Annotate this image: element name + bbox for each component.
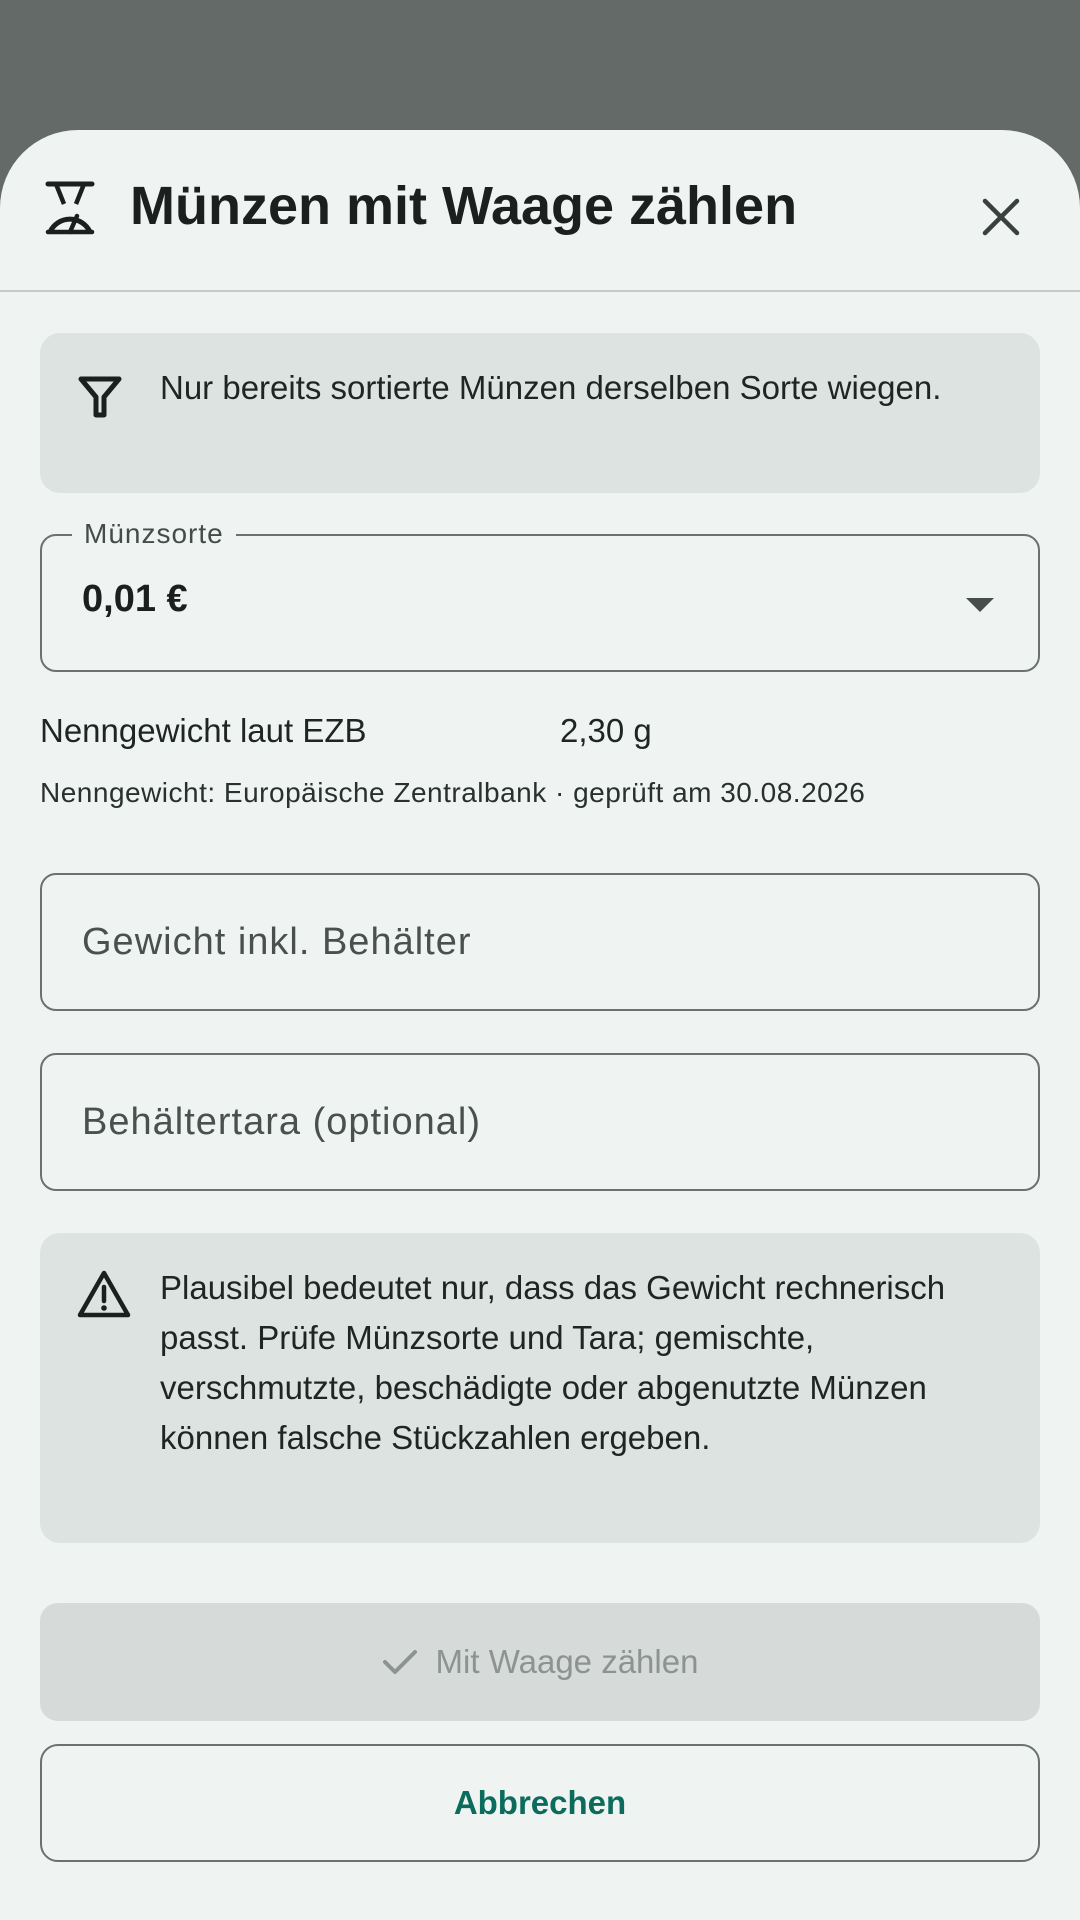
sorting-hint-card: Nur bereits sortierte Münzen derselben S…	[40, 333, 1040, 493]
count-with-scale-label: Mit Waage zählen	[435, 1643, 699, 1680]
nominal-weight-value: 2,30 g	[560, 712, 652, 749]
filter-icon	[76, 373, 124, 426]
bottom-sheet-dialog: Münzen mit Waage zählen Nur bereits sort…	[0, 130, 1080, 1920]
gross-weight-input[interactable]	[40, 873, 1040, 1011]
nominal-weight-source: Nenngewicht: Europäische Zentralbank · g…	[40, 777, 866, 808]
count-with-scale-button[interactable]: Mit Waage zählen	[40, 1603, 1040, 1721]
close-button[interactable]	[966, 182, 1036, 252]
scale-icon	[44, 180, 96, 236]
warning-icon	[76, 1269, 132, 1324]
cancel-button[interactable]: Abbrechen	[40, 1744, 1040, 1862]
dropdown-arrow-icon	[966, 598, 994, 612]
close-icon	[982, 198, 1020, 236]
dialog-title: Münzen mit Waage zählen	[130, 176, 798, 236]
coin-type-label: Münzsorte	[72, 514, 236, 554]
dialog-header: Münzen mit Waage zählen	[0, 130, 1080, 290]
plausibility-warning-text: Plausibel bedeutet nur, dass das Gewicht…	[160, 1269, 946, 1456]
tare-input[interactable]	[40, 1053, 1040, 1191]
coin-type-value: 0,01 €	[82, 578, 188, 620]
cancel-label: Abbrechen	[453, 1784, 627, 1821]
nominal-weight-label: Nenngewicht laut EZB	[40, 712, 367, 749]
sorting-hint-text: Nur bereits sortierte Münzen derselben S…	[160, 369, 942, 406]
check-icon	[382, 1650, 417, 1674]
plausibility-warning-card: Plausibel bedeutet nur, dass das Gewicht…	[40, 1233, 1040, 1543]
header-divider	[0, 290, 1080, 292]
coin-type-dropdown[interactable]: Münzsorte 0,01 €	[40, 514, 1040, 672]
